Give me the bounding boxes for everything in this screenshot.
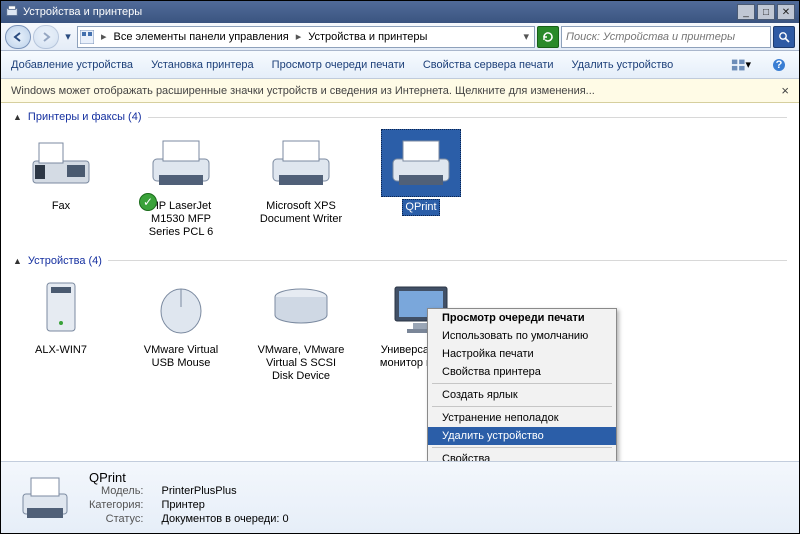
device-label: VMware Virtual USB Mouse <box>133 343 229 371</box>
ctx-remove-device[interactable]: Удалить устройство <box>428 427 616 445</box>
refresh-button[interactable] <box>537 26 559 48</box>
close-button[interactable]: ✕ <box>777 4 795 20</box>
printer-label: Microsoft XPS Document Writer <box>253 199 349 227</box>
details-category-key: Категория: <box>89 499 143 511</box>
search-box[interactable] <box>561 26 771 48</box>
details-category-value: Принтер <box>161 499 288 511</box>
group-printers-title: Принтеры и факсы (4) <box>28 111 142 123</box>
search-button[interactable] <box>773 26 795 48</box>
printer-icon <box>17 470 73 526</box>
search-input[interactable] <box>566 31 766 43</box>
group-devices-header[interactable]: ▲ Устройства (4) <box>13 255 787 267</box>
printers-list: Fax ✓ HP LaserJet M1530 MFP Series PCL 6… <box>13 129 787 241</box>
device-item-disk[interactable]: VMware, VMware Virtual S SCSI Disk Devic… <box>253 273 349 385</box>
device-item-mouse[interactable]: VMware Virtual USB Mouse <box>133 273 229 385</box>
device-item-computer[interactable]: ALX-WIN7 <box>13 273 109 385</box>
history-dropdown[interactable]: ▾ <box>61 26 75 48</box>
add-device-button[interactable]: Добавление устройства <box>11 59 133 71</box>
server-props-button[interactable]: Свойства сервера печати <box>423 59 554 71</box>
ctx-properties[interactable]: Свойства <box>428 450 616 461</box>
view-queue-button[interactable]: Просмотр очереди печати <box>272 59 405 71</box>
forward-button[interactable] <box>33 25 59 49</box>
maximize-button[interactable]: □ <box>757 4 775 20</box>
notification-text: Windows может отображать расширенные зна… <box>11 85 595 97</box>
computer-icon <box>21 273 101 341</box>
breadcrumb-1[interactable]: Все элементы панели управления <box>114 31 289 43</box>
ctx-create-shortcut[interactable]: Создать ярлык <box>428 386 616 404</box>
printer-item-qprint[interactable]: QPrint <box>373 129 469 241</box>
breadcrumb-2[interactable]: Устройства и принтеры <box>308 31 427 43</box>
mouse-icon <box>141 273 221 341</box>
back-button[interactable] <box>5 25 31 49</box>
ctx-printer-props[interactable]: Свойства принтера <box>428 363 616 381</box>
ctx-set-default[interactable]: Использовать по умолчанию <box>428 327 616 345</box>
window-title: Устройства и принтеры <box>23 6 737 18</box>
devices-list: ALX-WIN7 VMware Virtual USB Mouse VMware… <box>13 273 787 385</box>
details-pane: QPrint Модель: PrinterPlusPlus Категория… <box>1 461 799 533</box>
context-menu: Просмотр очереди печати Использовать по … <box>427 308 617 461</box>
svg-text:?: ? <box>776 59 783 71</box>
printer-item-hp[interactable]: ✓ HP LaserJet M1530 MFP Series PCL 6 <box>133 129 229 241</box>
app-icon <box>5 5 19 19</box>
fax-icon <box>21 129 101 197</box>
printer-label: Fax <box>50 199 72 214</box>
printer-icon <box>261 129 341 197</box>
address-bar[interactable]: ▸ Все элементы панели управления ▸ Устро… <box>77 26 535 48</box>
printer-icon <box>381 129 461 197</box>
collapse-icon: ▲ <box>13 256 22 266</box>
titlebar: Устройства и принтеры _ □ ✕ <box>1 1 799 23</box>
default-check-icon: ✓ <box>139 193 157 211</box>
printer-item-fax[interactable]: Fax <box>13 129 109 241</box>
device-label: ALX-WIN7 <box>33 343 89 358</box>
printer-item-xps[interactable]: Microsoft XPS Document Writer <box>253 129 349 241</box>
minimize-button[interactable]: _ <box>737 4 755 20</box>
add-printer-button[interactable]: Установка принтера <box>151 59 254 71</box>
control-panel-icon <box>80 30 94 44</box>
navbar: ▾ ▸ Все элементы панели управления ▸ Уст… <box>1 23 799 51</box>
remove-device-button[interactable]: Удалить устройство <box>572 59 674 71</box>
command-bar: Добавление устройства Установка принтера… <box>1 51 799 79</box>
collapse-icon: ▲ <box>13 112 22 122</box>
content-area: ▲ Принтеры и факсы (4) Fax ✓ HP LaserJet… <box>1 103 799 461</box>
notification-close[interactable]: × <box>781 83 789 98</box>
group-printers-header[interactable]: ▲ Принтеры и факсы (4) <box>13 111 787 123</box>
view-menu-button[interactable]: ▾ <box>731 55 751 75</box>
device-label: VMware, VMware Virtual S SCSI Disk Devic… <box>253 343 349 385</box>
details-status-key: Статус: <box>89 513 143 525</box>
address-dropdown[interactable]: ▾ <box>520 30 532 43</box>
breadcrumb-sep: ▸ <box>98 30 110 43</box>
group-devices-title: Устройства (4) <box>28 255 102 267</box>
ctx-troubleshoot[interactable]: Устранение неполадок <box>428 409 616 427</box>
ctx-view-queue[interactable]: Просмотр очереди печати <box>428 309 616 327</box>
details-model-key: Модель: <box>89 485 143 497</box>
help-button[interactable]: ? <box>769 55 789 75</box>
disk-icon <box>261 273 341 341</box>
printer-label: QPrint <box>402 199 439 216</box>
notification-bar[interactable]: Windows может отображать расширенные зна… <box>1 79 799 103</box>
details-name: QPrint <box>89 470 289 485</box>
details-status-value: Документов в очереди: 0 <box>161 513 288 525</box>
printer-icon <box>141 129 221 197</box>
ctx-print-prefs[interactable]: Настройка печати <box>428 345 616 363</box>
details-model-value: PrinterPlusPlus <box>161 485 288 497</box>
